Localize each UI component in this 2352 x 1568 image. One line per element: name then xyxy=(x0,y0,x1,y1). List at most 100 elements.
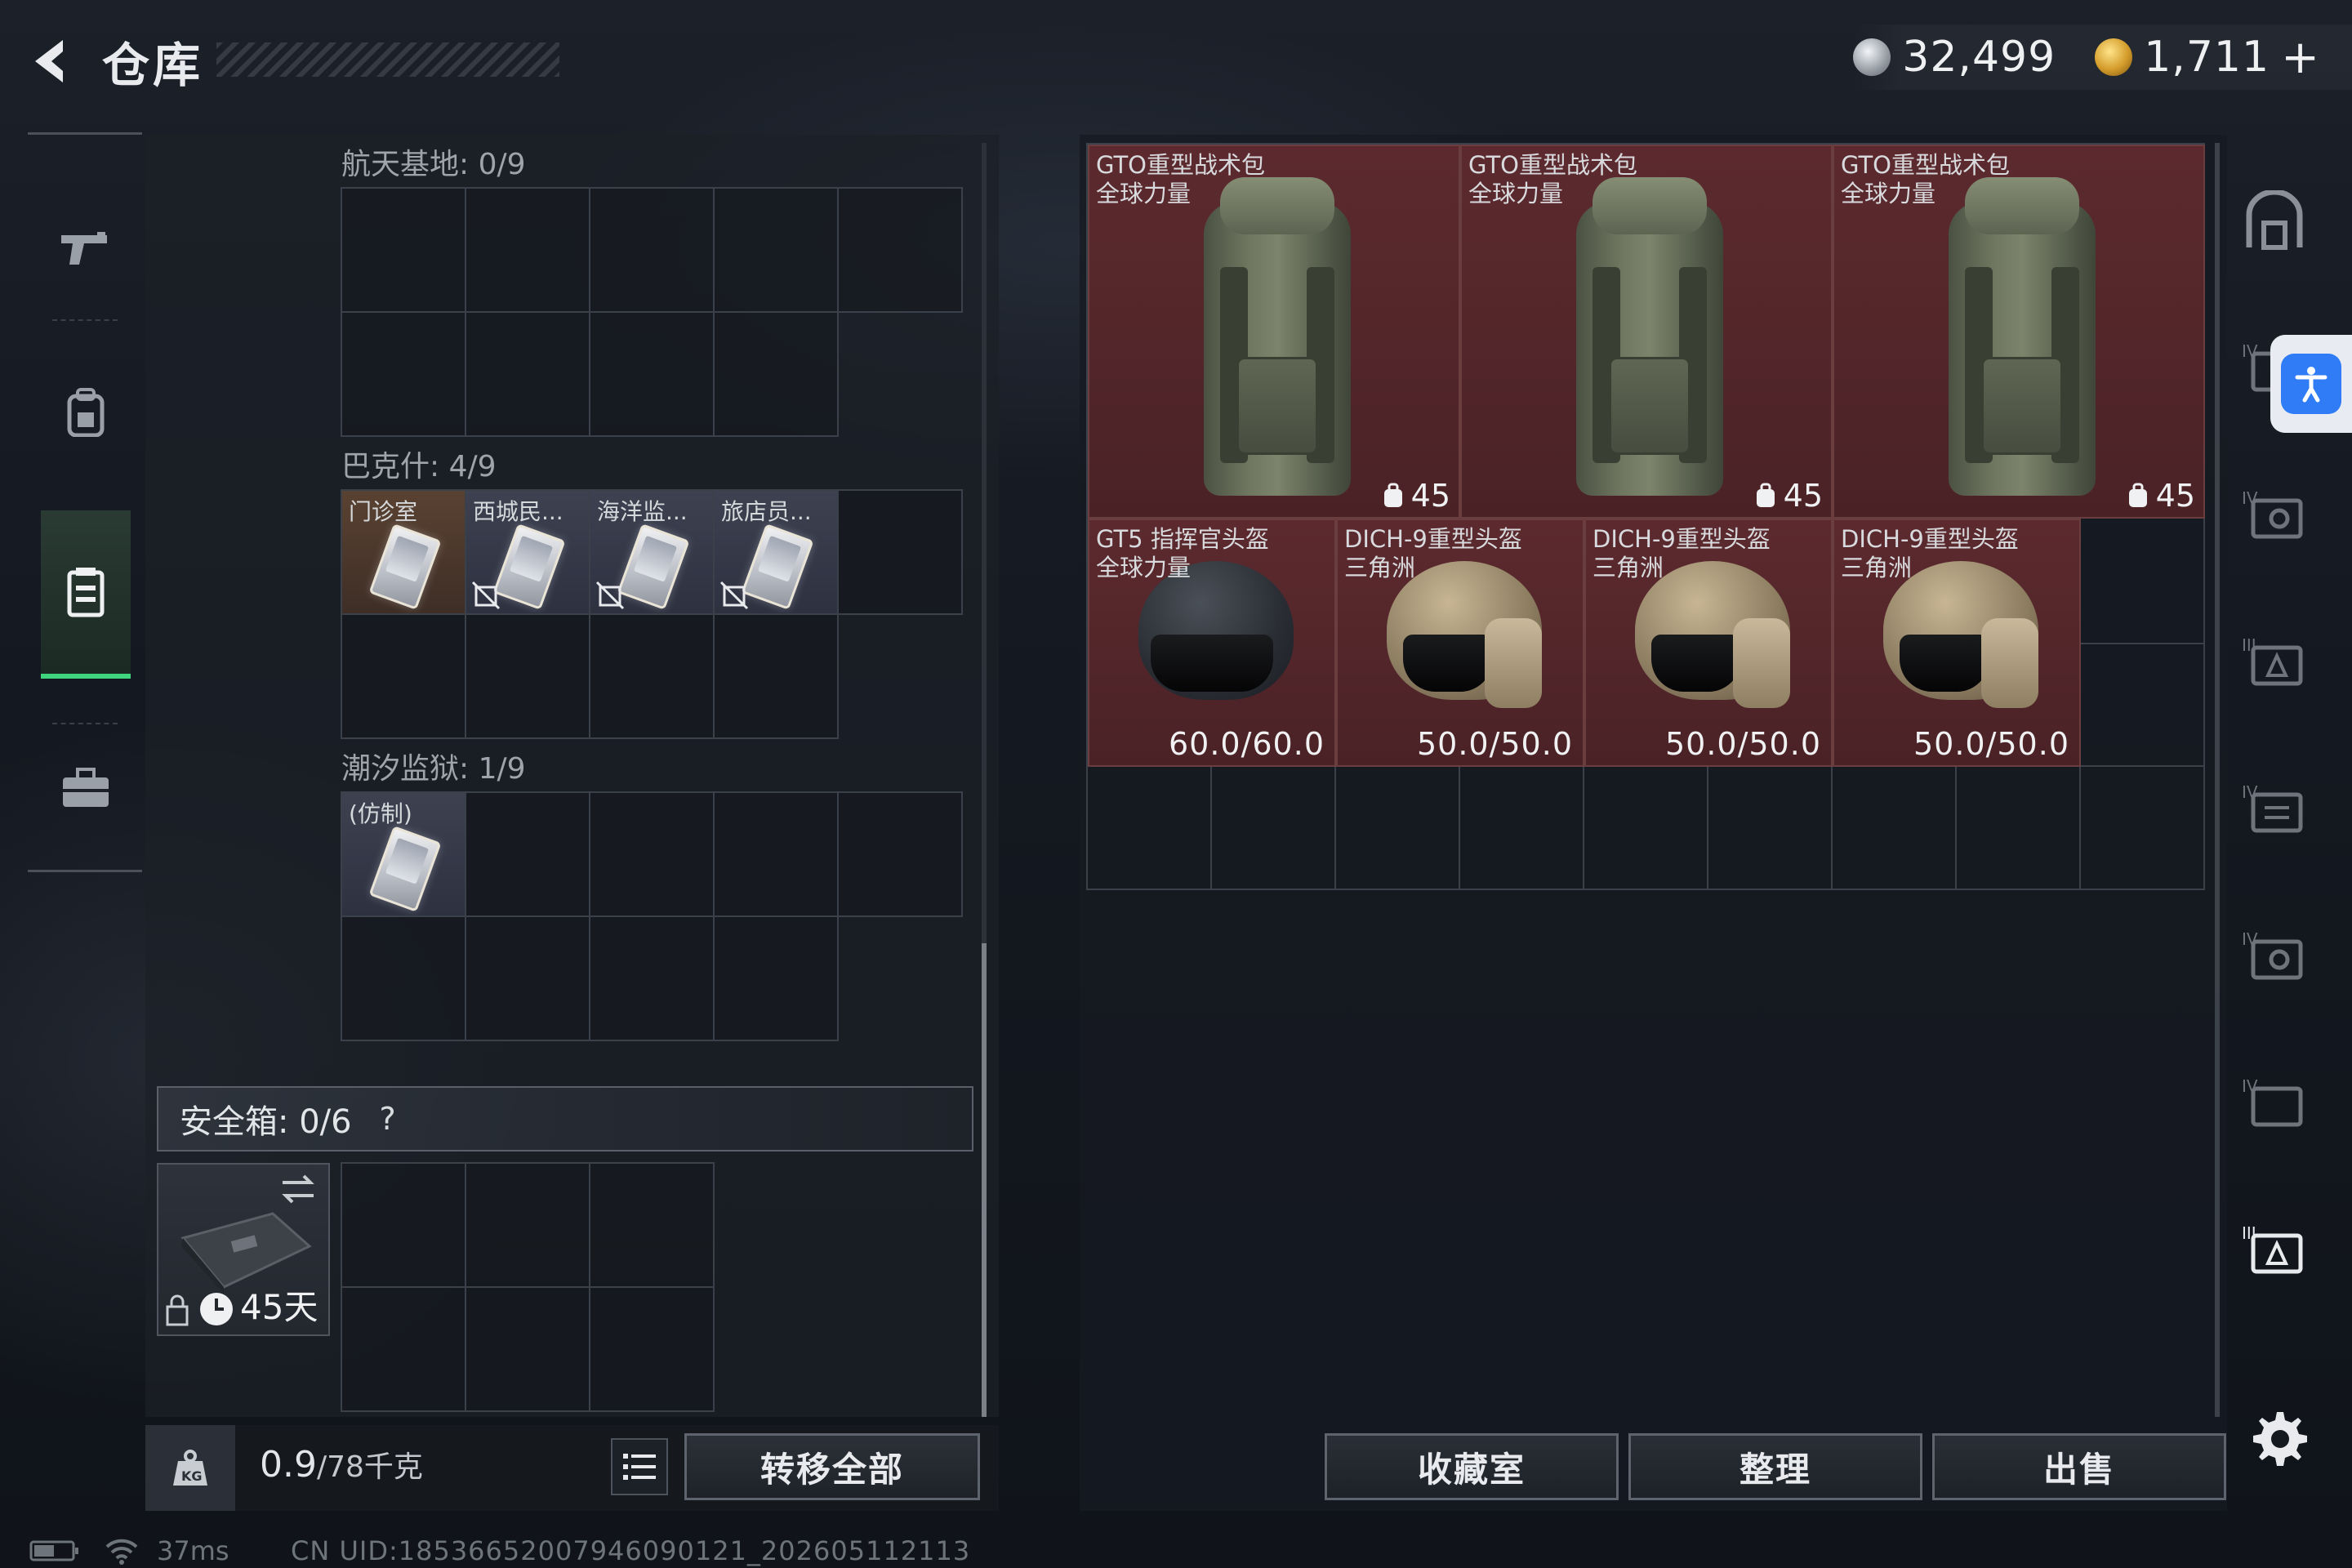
transfer-all-button[interactable]: 转移全部 xyxy=(684,1433,980,1500)
slot[interactable] xyxy=(713,613,839,739)
keycard-image xyxy=(617,523,690,610)
filter-bag-iv[interactable]: IV xyxy=(2238,772,2311,845)
item-faction: 全球力量 xyxy=(1096,180,1192,207)
no-trade-icon xyxy=(471,581,501,610)
filter-all[interactable] xyxy=(2238,184,2311,257)
bag-capacity-icon xyxy=(1756,483,1775,507)
slot-none xyxy=(837,613,963,739)
slot[interactable] xyxy=(713,791,839,917)
backpack-icon xyxy=(67,388,105,437)
slot[interactable] xyxy=(589,915,715,1041)
nav-backpacks[interactable] xyxy=(41,372,131,453)
storage-icon xyxy=(2246,190,2303,250)
slot[interactable] xyxy=(589,613,715,739)
slot[interactable] xyxy=(713,915,839,1041)
keycard-item[interactable]: 旅店员... xyxy=(713,489,839,615)
storage-scroll-thumb[interactable] xyxy=(982,943,987,1417)
helmet-item[interactable]: DICH-9重型头盔 三角洲 50.0/50.0 xyxy=(1833,519,2081,767)
keycard-item[interactable]: 海洋监... xyxy=(589,489,715,615)
bag-capacity-icon xyxy=(2128,483,2147,507)
weight-max: /78千克 xyxy=(316,1450,423,1484)
svg-text:IV: IV xyxy=(2242,488,2258,508)
backpack-image xyxy=(1560,169,1740,504)
slot[interactable] xyxy=(465,791,590,917)
uid-text: CN UID:18536652007946090121_202605112113 xyxy=(291,1535,971,1566)
slot[interactable] xyxy=(465,1286,590,1412)
slot[interactable] xyxy=(465,915,590,1041)
item-name: 旅店员... xyxy=(721,498,812,525)
nav-vests[interactable] xyxy=(41,510,131,679)
safe-days-remaining: 45天 xyxy=(240,1287,318,1327)
helmet-item[interactable]: GT5 指挥官头盔 全球力量 60.0/60.0 xyxy=(1088,519,1336,767)
category-nav xyxy=(28,132,142,872)
filter-misc-iv[interactable]: IV xyxy=(2238,1066,2311,1139)
helmet-item[interactable]: DICH-9重型头盔 三角洲 50.0/50.0 xyxy=(1584,519,1833,767)
add-currency-button[interactable]: + xyxy=(2281,31,2319,84)
gear-icon[interactable] xyxy=(2247,1409,2310,1471)
filter-rig-iii[interactable]: III xyxy=(2238,625,2311,698)
nav-weapons[interactable] xyxy=(41,208,131,290)
keycard-item[interactable]: (仿制) xyxy=(341,791,466,917)
item-faction: 三角洲 xyxy=(1841,554,1913,581)
slot[interactable] xyxy=(465,613,590,739)
slot[interactable] xyxy=(465,187,590,313)
slot[interactable] xyxy=(713,187,839,313)
section-grid-tide-prison: (仿制) xyxy=(341,791,963,1041)
keycard-item[interactable]: 门诊室 xyxy=(341,489,466,615)
list-view-button[interactable] xyxy=(611,1438,668,1495)
bag-capacity-icon xyxy=(1383,483,1402,507)
slot[interactable] xyxy=(589,1286,715,1412)
collection-room-button[interactable]: 收藏室 xyxy=(1325,1433,1619,1500)
sort-button[interactable]: 整理 xyxy=(1628,1433,1922,1500)
keycard-image xyxy=(368,826,442,912)
slot[interactable] xyxy=(589,311,715,437)
currency-bar[interactable]: 32,499 1,711 + xyxy=(1853,24,2352,90)
item-name: 西城民... xyxy=(473,498,564,525)
helmet-tier-icon: IV xyxy=(2242,488,2303,539)
slot[interactable] xyxy=(341,613,466,739)
inventory-scrollbar[interactable] xyxy=(2215,143,2220,1417)
slot[interactable] xyxy=(837,187,963,313)
item-name: (仿制) xyxy=(349,800,412,827)
slot[interactable] xyxy=(837,489,963,615)
slot[interactable] xyxy=(713,311,839,437)
backpack-item[interactable]: GTO重型战术包 全球力量 45 xyxy=(1833,145,2205,519)
filter-rig-iii-active[interactable]: III xyxy=(2238,1213,2311,1286)
filter-key-iv[interactable]: IV xyxy=(2238,919,2311,992)
clock-icon xyxy=(200,1293,233,1325)
slot[interactable] xyxy=(589,1162,715,1288)
backpack-item[interactable]: GTO重型战术包 全球力量 45 xyxy=(1460,145,1833,519)
sell-button[interactable]: 出售 xyxy=(1932,1433,2226,1500)
slot[interactable] xyxy=(341,1162,466,1288)
back-arrow-icon xyxy=(35,40,63,82)
backpack-image xyxy=(1932,169,2112,504)
slot[interactable] xyxy=(465,311,590,437)
slot[interactable] xyxy=(341,1286,466,1412)
slot[interactable] xyxy=(341,187,466,313)
item-label: GTO重型战术包 全球力量 xyxy=(1468,151,1637,208)
item-label: DICH-9重型头盔 三角洲 xyxy=(1344,525,1522,582)
item-faction: 全球力量 xyxy=(1096,554,1192,581)
ping-readout: 37ms xyxy=(157,1535,229,1566)
help-icon[interactable]: ? xyxy=(370,1101,406,1137)
slot[interactable] xyxy=(341,311,466,437)
capacity-value: 45 xyxy=(1410,478,1450,514)
backpack-item[interactable]: GTO重型战术包 全球力量 45 xyxy=(1088,145,1460,519)
back-button[interactable] xyxy=(24,33,82,90)
slot[interactable] xyxy=(589,791,715,917)
item-name: GTO重型战术包 xyxy=(1096,151,1265,179)
slot[interactable] xyxy=(589,187,715,313)
safe-box-item[interactable]: 45天 xyxy=(157,1163,330,1336)
section-label-tide-prison: 潮汐监狱: 1/9 xyxy=(341,752,526,786)
slot[interactable] xyxy=(465,1162,590,1288)
slot[interactable] xyxy=(837,791,963,917)
filter-helmet-iv[interactable]: IV xyxy=(2238,478,2311,551)
keycard-item[interactable]: 西城民... xyxy=(465,489,590,615)
capacity-value: 45 xyxy=(2155,478,2195,514)
slot[interactable] xyxy=(341,915,466,1041)
nav-cases[interactable] xyxy=(41,731,131,845)
accessibility-button[interactable] xyxy=(2270,335,2352,433)
helmet-item[interactable]: DICH-9重型头盔 三角洲 50.0/50.0 xyxy=(1336,519,1584,767)
durability: 50.0/50.0 xyxy=(1416,726,1573,762)
gold-coin-icon xyxy=(2095,38,2133,76)
